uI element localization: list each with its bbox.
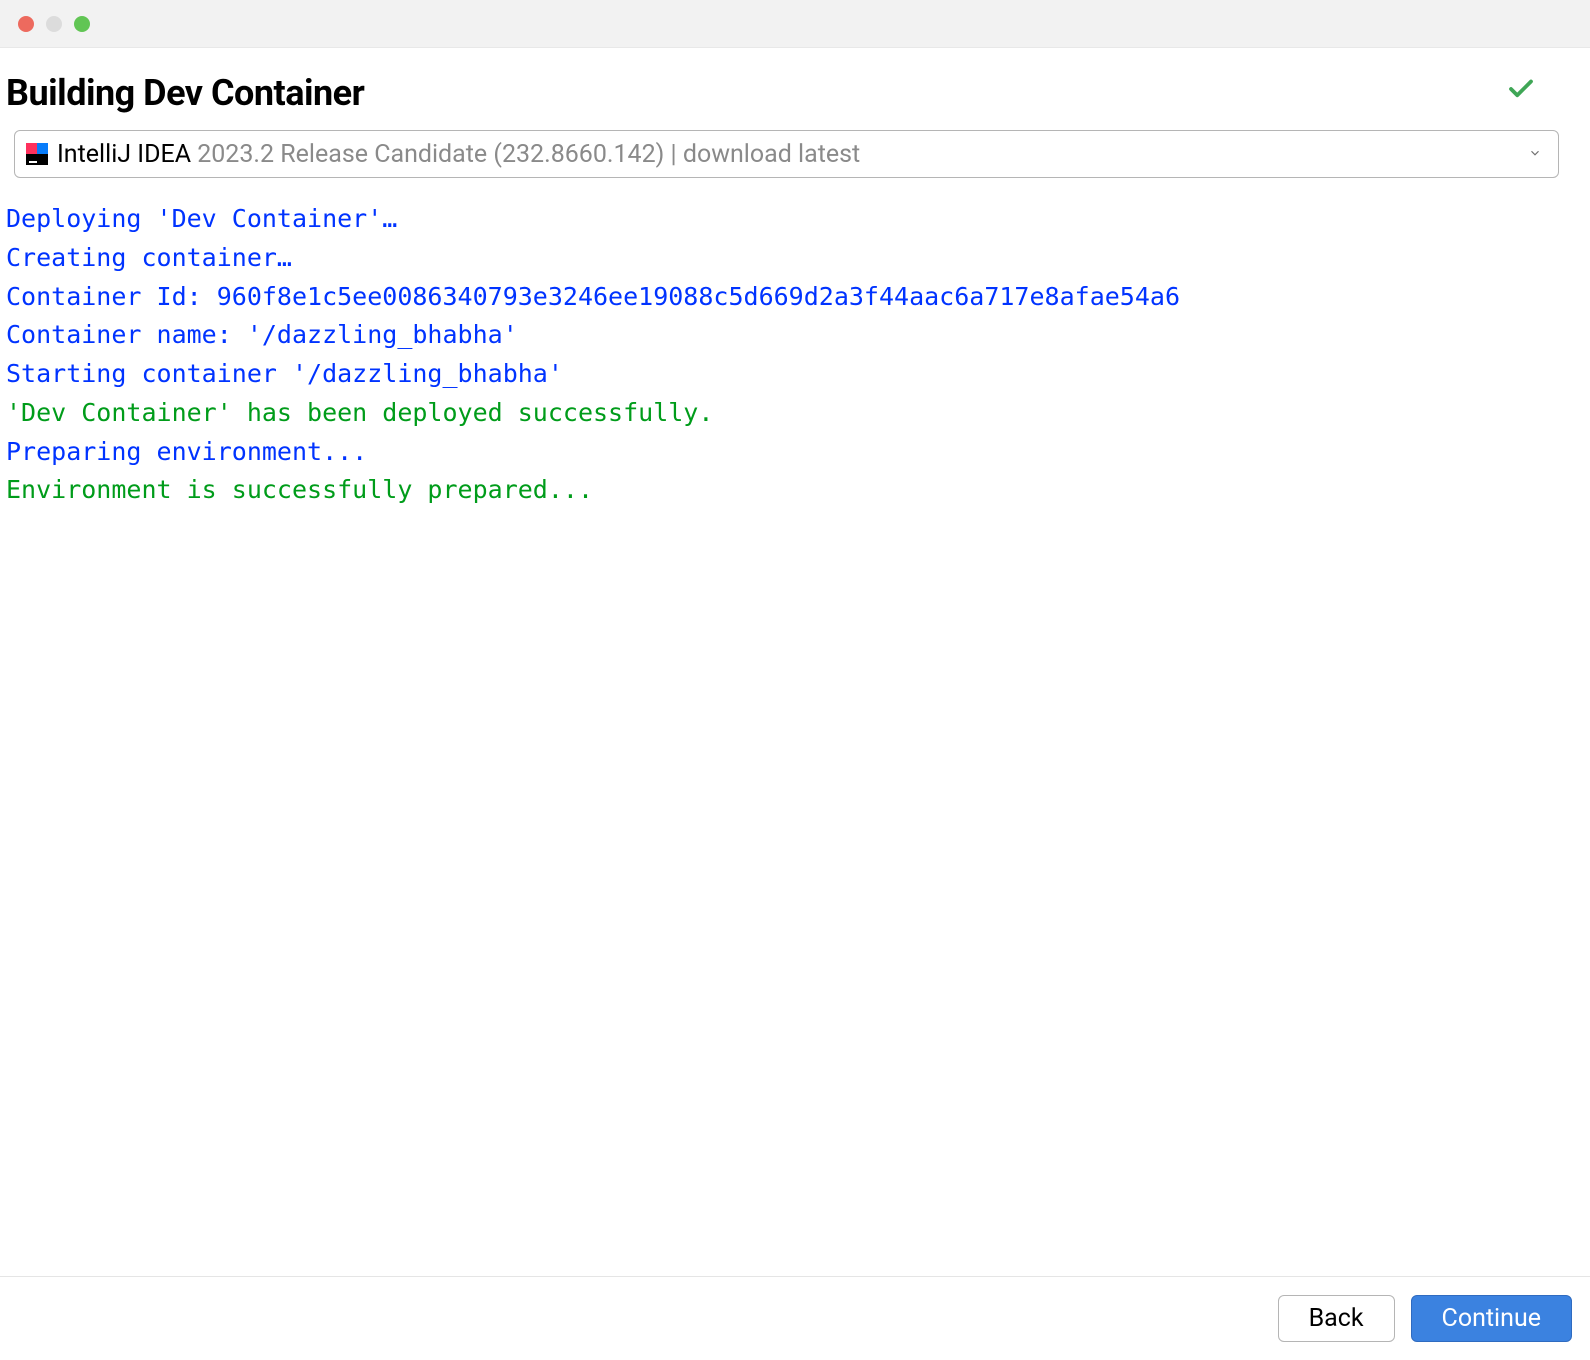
dialog-footer: Back Continue xyxy=(0,1276,1590,1360)
build-log: Deploying 'Dev Container'…Creating conta… xyxy=(0,178,1590,510)
continue-button[interactable]: Continue xyxy=(1411,1295,1572,1342)
dialog-header: Building Dev Container xyxy=(0,48,1590,130)
product-name: IntelliJ IDEA xyxy=(57,140,191,169)
minimize-window-button[interactable] xyxy=(46,16,62,32)
log-line: Deploying 'Dev Container'… xyxy=(6,200,1584,239)
chevron-down-icon xyxy=(1528,145,1542,164)
maximize-window-button[interactable] xyxy=(74,16,90,32)
back-button[interactable]: Back xyxy=(1278,1295,1395,1342)
log-line: Starting container '/dazzling_bhabha' xyxy=(6,355,1584,394)
ide-version-dropdown[interactable]: IntelliJ IDEA 2023.2 Release Candidate (… xyxy=(14,130,1559,178)
log-line: Preparing environment... xyxy=(6,433,1584,472)
page-title: Building Dev Container xyxy=(6,72,364,114)
window-titlebar xyxy=(0,0,1590,48)
intellij-icon xyxy=(25,142,49,166)
product-version: 2023.2 Release Candidate (232.8660.142) … xyxy=(191,140,860,169)
log-line: Container Id: 960f8e1c5ee0086340793e3246… xyxy=(6,278,1584,317)
log-line: Creating container… xyxy=(6,239,1584,278)
dropdown-selected-text: IntelliJ IDEA 2023.2 Release Candidate (… xyxy=(57,140,1520,169)
success-checkmark-icon xyxy=(1506,74,1536,112)
close-window-button[interactable] xyxy=(18,16,34,32)
log-line: Container name: '/dazzling_bhabha' xyxy=(6,316,1584,355)
log-line: 'Dev Container' has been deployed succes… xyxy=(6,394,1584,433)
log-line: Environment is successfully prepared... xyxy=(6,471,1584,510)
